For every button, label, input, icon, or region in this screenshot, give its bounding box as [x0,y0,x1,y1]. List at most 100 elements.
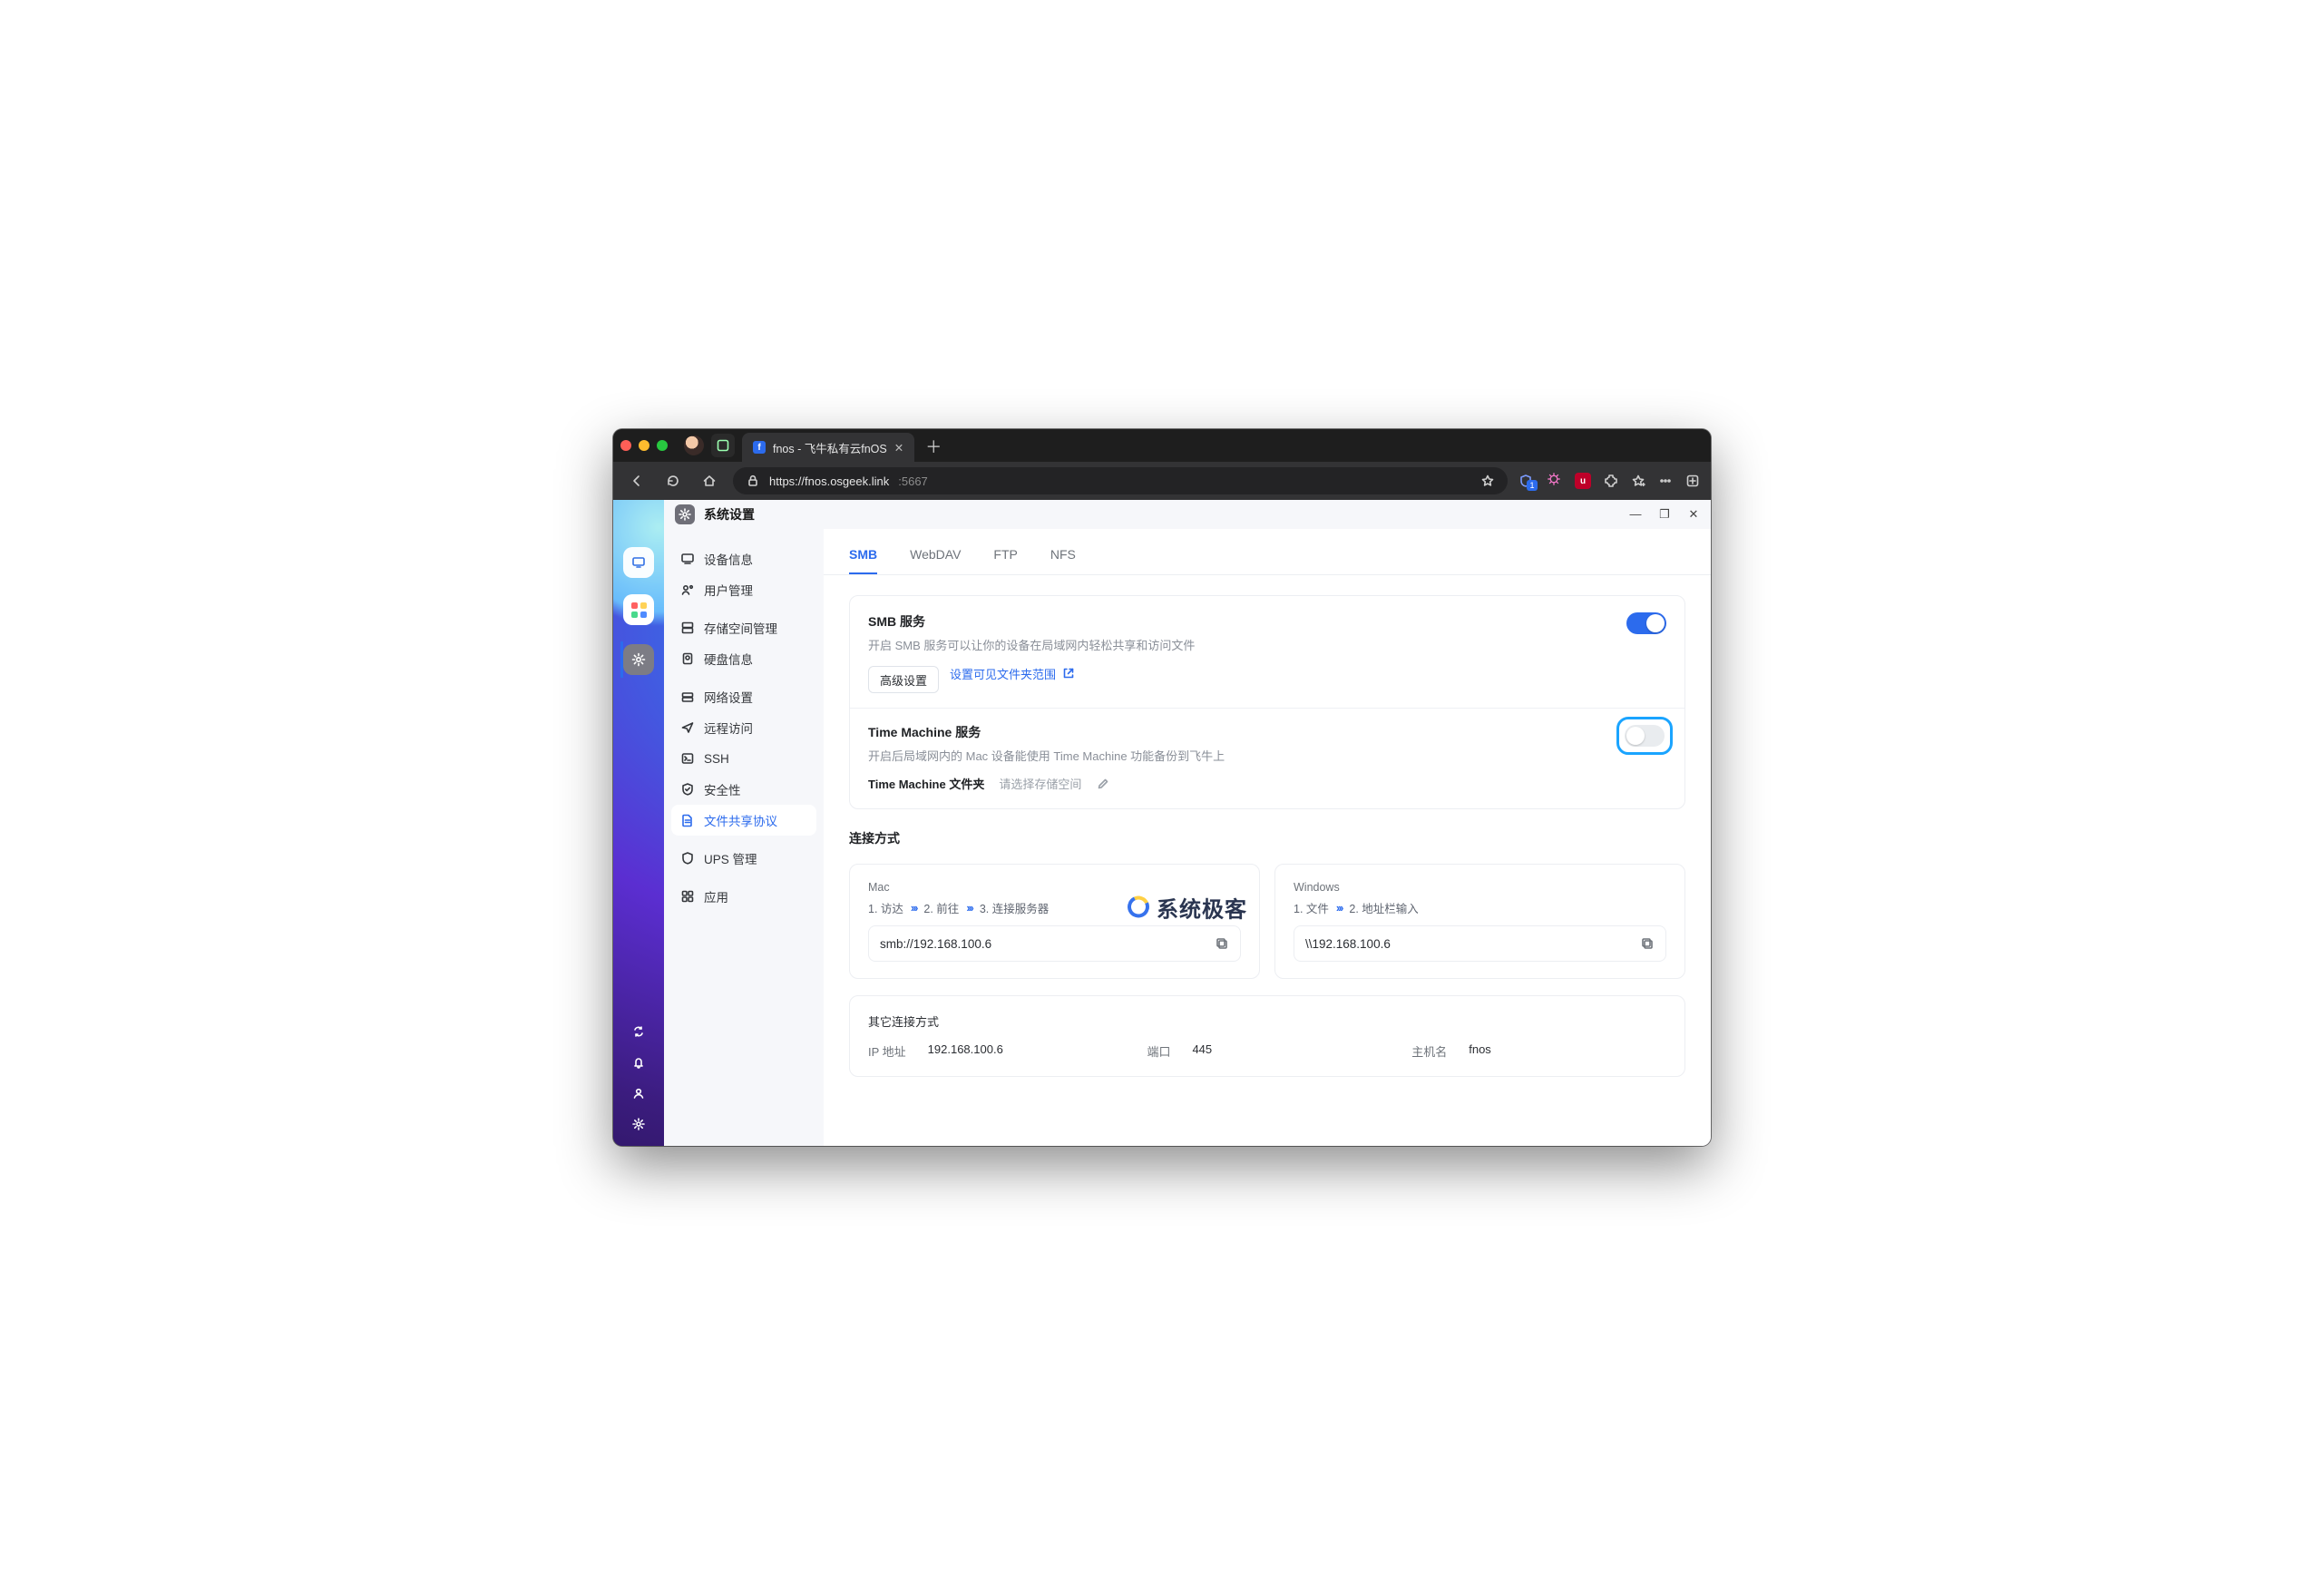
visible-folders-link[interactable]: 设置可见文件夹范围 [950,665,1076,682]
url-port: :5667 [898,474,928,488]
advanced-settings-button[interactable]: 高级设置 [868,666,939,693]
tab-webdav[interactable]: WebDAV [910,542,961,574]
sidebar-item-security[interactable]: 安全性 [671,774,816,805]
password-manager-icon[interactable] [1518,474,1533,488]
sidebar-item-device-info[interactable]: 设备信息 [671,543,816,574]
dock-notifications-icon[interactable] [631,1055,646,1070]
bookmark-star-icon[interactable] [1480,474,1495,488]
mac-card-title: Mac [868,881,1241,894]
tab-nfs[interactable]: NFS [1050,542,1076,574]
sidebar-label: 存储空间管理 [704,619,777,637]
sidebar-toggle-icon[interactable] [1685,474,1700,488]
dock-desktop-icon[interactable] [623,547,654,578]
host-value: fnos [1469,1042,1666,1060]
mac-address-value: smb://192.168.100.6 [880,937,991,951]
settings-window: 系统设置 — ❐ ✕ 设备信息 用户管理 存储空间管理 硬盘信息 [664,500,1711,1146]
shield-outline-icon [680,851,695,866]
sidebar-item-apps[interactable]: 应用 [671,881,816,912]
browser-tab[interactable]: f fnos - 飞牛私有云fnOS ✕ [742,433,914,462]
sidebar-label: 用户管理 [704,581,753,599]
window-maximize-button[interactable]: ❐ [1658,507,1671,522]
sidebar-item-ups[interactable]: UPS 管理 [671,843,816,874]
win-step-2: 2. 地址栏输入 [1349,899,1418,916]
time-machine-toggle[interactable] [1625,725,1665,747]
chevron-icon: ››› [911,902,917,915]
chevron-icon: ››› [1336,902,1343,915]
copy-icon[interactable] [1640,936,1655,951]
close-window-icon[interactable] [620,440,631,451]
dock-settings-icon[interactable] [623,644,654,675]
port-label: 端口 [1147,1042,1170,1060]
extension-icon[interactable] [711,434,735,457]
protocol-tabs: SMB WebDAV FTP NFS [824,529,1711,575]
smb-card: SMB 服务 开启 SMB 服务可以让你的设备在局域网内轻松共享和访问文件 高级… [849,595,1685,809]
external-link-icon [1061,666,1076,680]
settings-main: SMB WebDAV FTP NFS SMB 服务 开启 SMB 服务可以让你的… [824,529,1711,1146]
dock-system-icon[interactable] [631,1117,646,1131]
window-close-button[interactable]: ✕ [1687,507,1700,522]
ip-label: IP 地址 [868,1042,906,1060]
profile-avatar-icon[interactable] [684,435,704,455]
browser-window: f fnos - 飞牛私有云fnOS ✕ ＋ https://fnos.osge… [613,429,1711,1146]
storage-icon [680,621,695,635]
new-tab-button[interactable]: ＋ [922,435,945,458]
sidebar-label: UPS 管理 [704,849,757,867]
smb-desc: 开启 SMB 服务可以让你的设备在局域网内轻松共享和访问文件 [868,636,1195,653]
tab-favicon-icon: f [753,441,766,454]
win-card-title: Windows [1294,881,1666,894]
sidebar-item-user-mgmt[interactable]: 用户管理 [671,574,816,605]
tab-smb[interactable]: SMB [849,542,877,574]
win-step-1: 1. 文件 [1294,899,1329,916]
favorites-icon[interactable] [1631,474,1645,488]
sidebar-label: 网络设置 [704,688,753,706]
minimize-window-icon[interactable] [639,440,649,451]
mac-step-2: 2. 前往 [923,899,959,916]
dock-apps-icon[interactable] [623,594,654,625]
window-traffic-lights[interactable] [620,440,668,451]
sidebar-item-remote-access[interactable]: 远程访问 [671,712,816,743]
edit-icon[interactable] [1096,777,1110,791]
tab-title: fnos - 飞牛私有云fnOS [773,439,887,456]
sidebar-item-ssh[interactable]: SSH [671,743,816,774]
time-machine-title: Time Machine 服务 [868,723,1225,741]
win-steps: 1. 文件 ››› 2. 地址栏输入 [1294,899,1666,916]
win-address-value: \\192.168.100.6 [1305,937,1391,951]
home-button[interactable] [697,468,722,494]
shield-icon [680,782,695,797]
disk-icon [680,651,695,666]
window-app-icon [675,504,695,524]
connection-section-title: 连接方式 [849,829,1685,847]
lock-icon [746,474,760,488]
sidebar-item-storage-mgmt[interactable]: 存储空间管理 [671,612,816,643]
file-icon [680,813,695,827]
sidebar-item-disk-info[interactable]: 硬盘信息 [671,643,816,674]
reload-button[interactable] [660,468,686,494]
smb-toggle[interactable] [1626,612,1666,634]
sidebar-label: 远程访问 [704,719,753,737]
time-machine-folder-value[interactable]: 请选择存储空间 [999,775,1081,792]
address-bar[interactable]: https://fnos.osgeek.link:5667 [733,467,1508,494]
sidebar-label: 应用 [704,887,728,905]
ip-value: 192.168.100.6 [928,1042,1126,1060]
ublock-icon[interactable]: u [1575,473,1591,489]
more-menu-icon[interactable] [1658,474,1673,488]
fullscreen-window-icon[interactable] [657,440,668,451]
extensions-menu-icon[interactable] [1604,474,1618,488]
os-dock [613,500,664,1146]
tab-ftp[interactable]: FTP [993,542,1017,574]
dock-user-icon[interactable] [631,1086,646,1101]
close-tab-icon[interactable]: ✕ [894,441,903,455]
sidebar-item-network[interactable]: 网络设置 [671,681,816,712]
copy-icon[interactable] [1215,936,1229,951]
back-button[interactable] [624,468,649,494]
dock-active-indicator [620,641,654,678]
openai-extension-icon[interactable] [1546,471,1562,492]
send-icon [680,720,695,735]
sidebar-label: 硬盘信息 [704,650,753,668]
windows-connection-card: Windows 1. 文件 ››› 2. 地址栏输入 \\192.168.100.… [1274,864,1685,979]
dock-sync-icon[interactable] [631,1024,646,1039]
sidebar-item-file-sharing[interactable]: 文件共享协议 [671,805,816,836]
mac-step-3: 3. 连接服务器 [980,899,1049,916]
toolbar-extensions: u [1518,471,1700,492]
window-minimize-button[interactable]: — [1629,507,1642,522]
